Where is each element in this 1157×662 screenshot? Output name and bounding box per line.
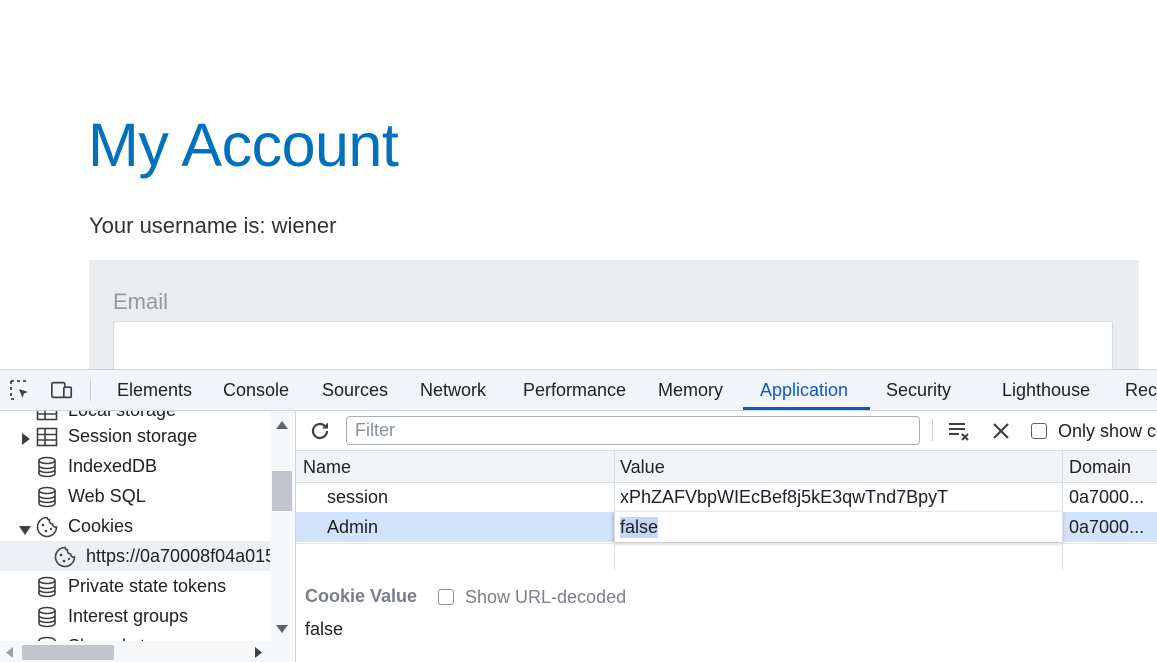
application-sidebar: Local storage Session storage IndexedDB …: [0, 411, 296, 662]
scrollbar-thumb[interactable]: [272, 471, 292, 511]
tab-performance[interactable]: Performance: [523, 380, 626, 401]
tab-elements[interactable]: Elements: [117, 380, 192, 401]
web-page: My Account Your username is: wiener Emai…: [0, 0, 1157, 370]
database-icon: [35, 605, 59, 629]
cookie-value-editor[interactable]: false: [614, 512, 1062, 542]
sidebar-item-cookie-origin[interactable]: https://0a70008f04a015: [0, 541, 275, 571]
toolbar-divider: [90, 379, 91, 401]
devtools-panel: Elements Console Sources Network Perform…: [0, 369, 1157, 662]
only-show-issues-checkbox[interactable]: [1031, 423, 1047, 439]
cookie-domain: 0a7000...: [1069, 517, 1145, 537]
column-header-value[interactable]: Value: [620, 457, 665, 478]
cookies-table: Name Value Domain session xPhZAFVbpWIEcB…: [296, 451, 1157, 570]
tab-sources[interactable]: Sources: [322, 380, 388, 401]
scroll-up-arrow-icon[interactable]: [276, 421, 288, 429]
toolbar-divider: [932, 419, 933, 441]
column-divider: [1062, 451, 1063, 569]
cookies-pane: Only show co Name Value Domain session x…: [296, 411, 1157, 662]
tab-application[interactable]: Application: [760, 380, 848, 401]
tab-console[interactable]: Console: [223, 380, 289, 401]
cookie-icon: [35, 515, 59, 539]
cookie-value-panel: Cookie Value Show URL-decoded false: [296, 569, 1157, 662]
device-toolbar-icon[interactable]: [50, 378, 74, 402]
cookie-value: false: [620, 517, 659, 538]
show-url-decoded-checkbox[interactable]: [438, 589, 454, 605]
table-icon: [35, 425, 59, 449]
sidebar-item-private-state-tokens[interactable]: Private state tokens: [0, 571, 270, 601]
sidebar-item-interest-groups[interactable]: Interest groups: [0, 601, 270, 631]
sidebar-item-web-sql[interactable]: Web SQL: [0, 481, 270, 511]
only-show-label: Only show co: [1058, 421, 1157, 441]
empty-table-row[interactable]: [296, 543, 1157, 570]
table-row[interactable]: session xPhZAFVbpWIEcBef8j5kE3qwTnd7BpyT…: [296, 482, 1157, 512]
cookie-value-title: Cookie Value: [305, 586, 418, 606]
active-tab-indicator: [743, 407, 870, 410]
tab-security[interactable]: Security: [886, 380, 951, 401]
page-title: My Account: [88, 111, 399, 179]
column-header-name[interactable]: Name: [303, 457, 351, 478]
cookies-toolbar: Only show co: [296, 411, 1157, 451]
sidebar-vertical-scrollbar[interactable]: [270, 411, 295, 641]
tab-recorder[interactable]: Reco: [1125, 380, 1157, 401]
table-header: Name Value Domain: [296, 451, 1157, 483]
email-label: Email: [113, 289, 169, 314]
sidebar-item-indexeddb[interactable]: IndexedDB: [0, 451, 270, 481]
cookie-icon: [53, 545, 77, 569]
database-icon: [35, 485, 59, 509]
show-url-decoded-label: Show URL-decoded: [465, 587, 627, 607]
cookie-value-text: false: [305, 619, 344, 639]
refresh-icon[interactable]: [308, 419, 332, 443]
filter-input[interactable]: [346, 416, 920, 445]
scroll-right-arrow-icon[interactable]: [255, 647, 262, 658]
scrollbar-corner: [270, 641, 295, 662]
column-divider: [614, 451, 615, 569]
scroll-left-arrow-icon[interactable]: [6, 647, 13, 658]
table-row[interactable]: Admin false 0a7000...: [296, 512, 1157, 542]
tab-lighthouse[interactable]: Lighthouse: [1002, 380, 1090, 401]
cookie-name: Admin: [327, 517, 379, 537]
database-icon: [35, 455, 59, 479]
column-header-domain[interactable]: Domain: [1069, 457, 1131, 478]
sidebar-item-cookies[interactable]: Cookies: [0, 511, 270, 541]
collapse-arrow-icon[interactable]: [19, 521, 31, 535]
delete-selected-icon[interactable]: [989, 419, 1013, 443]
sidebar-horizontal-scrollbar[interactable]: [0, 641, 270, 662]
cookie-value: xPhZAFVbpWIEcBef8j5kE3qwTnd7BpyT: [620, 487, 949, 507]
clear-filtered-icon[interactable]: [947, 419, 971, 443]
scroll-down-arrow-icon[interactable]: [276, 625, 288, 633]
tab-memory[interactable]: Memory: [658, 380, 723, 401]
tab-network[interactable]: Network: [420, 380, 486, 401]
database-icon: [35, 575, 59, 599]
inspect-element-icon[interactable]: [8, 378, 32, 402]
email-input[interactable]: [113, 321, 1113, 370]
cookie-domain: 0a7000...: [1069, 487, 1145, 507]
scrollbar-thumb[interactable]: [22, 645, 114, 660]
email-form: Email: [89, 260, 1139, 370]
sidebar-item-session-storage[interactable]: Session storage: [0, 421, 270, 451]
expand-arrow-icon[interactable]: [20, 429, 32, 445]
username-text: Your username is: wiener: [89, 213, 337, 238]
devtools-tab-bar: Elements Console Sources Network Perform…: [0, 370, 1157, 411]
cookie-name: session: [327, 487, 389, 507]
